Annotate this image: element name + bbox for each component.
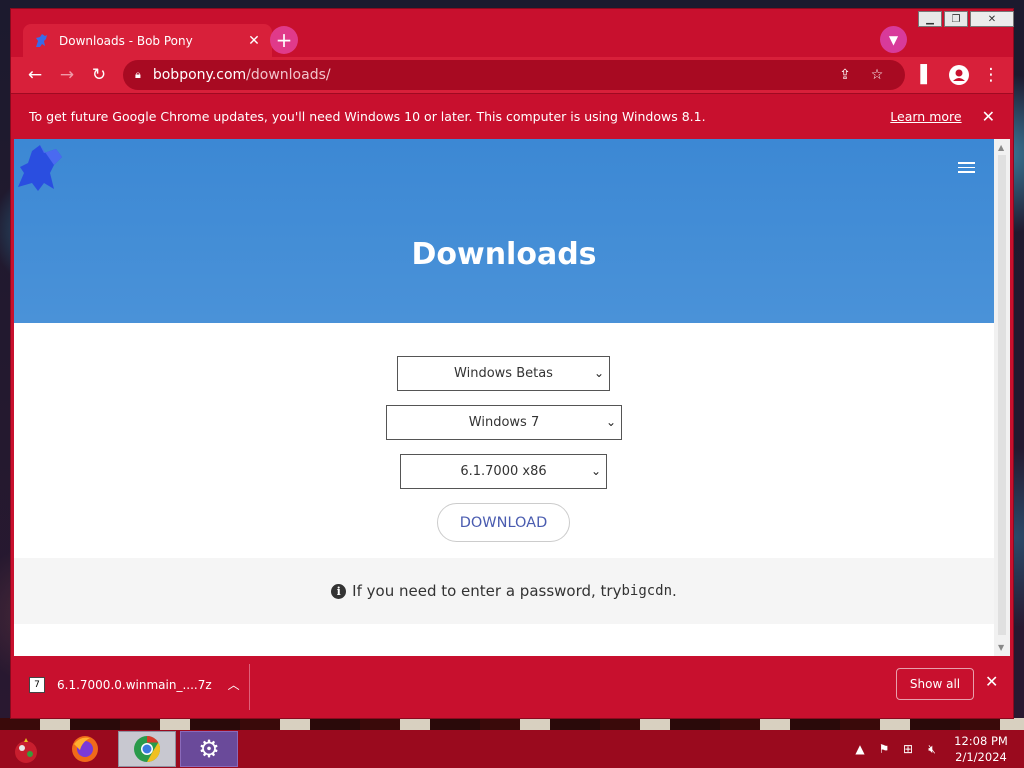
tray-expand-icon[interactable]: ▲ xyxy=(848,742,872,756)
scrollbar-thumb[interactable] xyxy=(998,155,1006,635)
url-host: bobpony.com xyxy=(152,67,247,83)
minimize-button[interactable]: ▁ xyxy=(918,11,942,27)
category-select[interactable]: Windows Betas ⌄ xyxy=(397,356,610,391)
chevron-down-icon: ⌄ xyxy=(605,415,616,429)
chevron-down-icon: ⌄ xyxy=(593,366,604,380)
download-file-name: 6.1.7000.0.winmain_....7z xyxy=(57,677,212,692)
chrome-icon xyxy=(134,735,161,763)
download-form: Windows Betas ⌄ Windows 7 ⌄ 6.1.7000 x86… xyxy=(14,323,994,558)
tab-title: Downloads - Bob Pony xyxy=(59,33,193,48)
volume-muted-icon[interactable]: 🔇︎ xyxy=(920,742,944,757)
firefox-icon xyxy=(72,736,98,762)
action-center-flag-icon[interactable]: ⚑ xyxy=(872,742,896,756)
back-arrow-icon[interactable]: ← xyxy=(19,59,51,91)
network-icon[interactable]: ⊞ xyxy=(896,742,920,756)
clock-date: 2/1/2024 xyxy=(955,750,1007,764)
update-infobar: To get future Google Chrome updates, you… xyxy=(11,93,1013,139)
window-controls: ▁ ❐ ✕ xyxy=(916,11,1014,29)
hero-banner: Downloads xyxy=(14,139,994,323)
restore-button[interactable]: ❐ xyxy=(944,11,968,27)
bobpony-logo-icon[interactable] xyxy=(16,143,64,193)
build-select[interactable]: 6.1.7000 x86 ⌄ xyxy=(400,454,607,489)
taskbar-clock[interactable]: 12:08 PM 2/1/2024 xyxy=(950,733,1012,765)
version-select-value: Windows 7 xyxy=(468,415,540,430)
version-select[interactable]: Windows 7 ⌄ xyxy=(386,405,622,440)
toolbar-right: ▌ ⋮ xyxy=(911,59,1007,91)
archive-file-icon: 7 xyxy=(29,676,45,693)
address-bar[interactable]: 🔒︎ bobpony.com/downloads/ ⇪ ☆ xyxy=(123,60,905,90)
download-shelf: 7 6.1.7000.0.winmain_....7z ︿ Show all ✕ xyxy=(11,656,1013,718)
start-button-icon[interactable] xyxy=(10,734,42,766)
chevron-down-icon: ⌄ xyxy=(590,464,601,478)
system-tray: ▲ ⚑ ⊞ 🔇︎ xyxy=(848,730,944,768)
taskbar-chrome[interactable] xyxy=(118,731,176,767)
scroll-up-icon[interactable]: ▲ xyxy=(998,143,1004,152)
page-viewport: Downloads Windows Betas ⌄ Windows 7 ⌄ 6.… xyxy=(14,139,1010,656)
shelf-divider xyxy=(249,664,250,710)
infobar-close-icon[interactable]: ✕ xyxy=(982,107,995,126)
bookmark-star-icon[interactable]: ☆ xyxy=(861,67,893,83)
side-panel-icon[interactable]: ▌ xyxy=(911,59,943,91)
menu-kebab-icon[interactable]: ⋮ xyxy=(975,59,1007,91)
tab-close-icon[interactable]: ✕ xyxy=(246,33,262,49)
infobar-message: To get future Google Chrome updates, you… xyxy=(29,109,706,124)
download-item[interactable]: 7 6.1.7000.0.winmain_....7z ︿ xyxy=(29,676,240,693)
notice-code: bigcdn xyxy=(621,583,673,599)
taskbar-settings[interactable]: ⚙ xyxy=(180,731,238,767)
gear-icon: ⚙ xyxy=(198,735,220,763)
download-button[interactable]: DOWNLOAD xyxy=(437,503,570,542)
clock-time: 12:08 PM xyxy=(954,734,1008,748)
reload-icon[interactable]: ↻ xyxy=(83,59,115,91)
shelf-close-icon[interactable]: ✕ xyxy=(985,672,998,691)
tab-search-chevron-icon[interactable]: ▼ xyxy=(880,26,907,53)
title-bar: Downloads - Bob Pony ✕ + ▼ ▁ ❐ ✕ xyxy=(11,9,1014,57)
desktop-wallpaper-strip xyxy=(0,718,1024,730)
password-notice: i If you need to enter a password, try b… xyxy=(14,558,994,624)
category-select-value: Windows Betas xyxy=(454,366,553,381)
share-icon[interactable]: ⇪ xyxy=(829,67,861,83)
browser-toolbar: ← → ↻ 🔒︎ bobpony.com/downloads/ ⇪ ☆ ▌ ⋮ xyxy=(11,57,1013,93)
page-scrollbar[interactable]: ▲ ▼ xyxy=(994,139,1010,656)
chevron-up-icon[interactable]: ︿ xyxy=(228,676,240,693)
learn-more-link[interactable]: Learn more xyxy=(890,109,961,124)
browser-window: Downloads - Bob Pony ✕ + ▼ ▁ ❐ ✕ ← → ↻ 🔒… xyxy=(11,9,1014,718)
tab-downloads[interactable]: Downloads - Bob Pony ✕ xyxy=(23,24,272,57)
page-title: Downloads xyxy=(411,237,597,272)
build-select-value: 6.1.7000 x86 xyxy=(460,464,547,479)
show-all-button[interactable]: Show all xyxy=(896,668,974,700)
taskbar-firefox[interactable] xyxy=(56,731,114,767)
url-path: /downloads/ xyxy=(246,67,331,83)
forward-arrow-icon[interactable]: → xyxy=(51,59,83,91)
notice-suffix: . xyxy=(672,582,677,600)
hamburger-menu-icon[interactable] xyxy=(958,159,975,176)
lock-icon[interactable]: 🔒︎ xyxy=(135,68,141,82)
scroll-down-icon[interactable]: ▼ xyxy=(998,643,1004,652)
url-text: bobpony.com/downloads/ xyxy=(153,67,829,83)
close-window-button[interactable]: ✕ xyxy=(970,11,1014,27)
taskbar: ⚙ ▲ ⚑ ⊞ 🔇︎ 12:08 PM 2/1/2024 xyxy=(0,730,1024,768)
profile-avatar-icon[interactable] xyxy=(943,59,975,91)
info-icon: i xyxy=(331,583,347,599)
new-tab-button[interactable]: + xyxy=(270,26,298,54)
bobpony-favicon-icon xyxy=(36,33,47,47)
notice-text: If you need to enter a password, try xyxy=(352,582,622,600)
